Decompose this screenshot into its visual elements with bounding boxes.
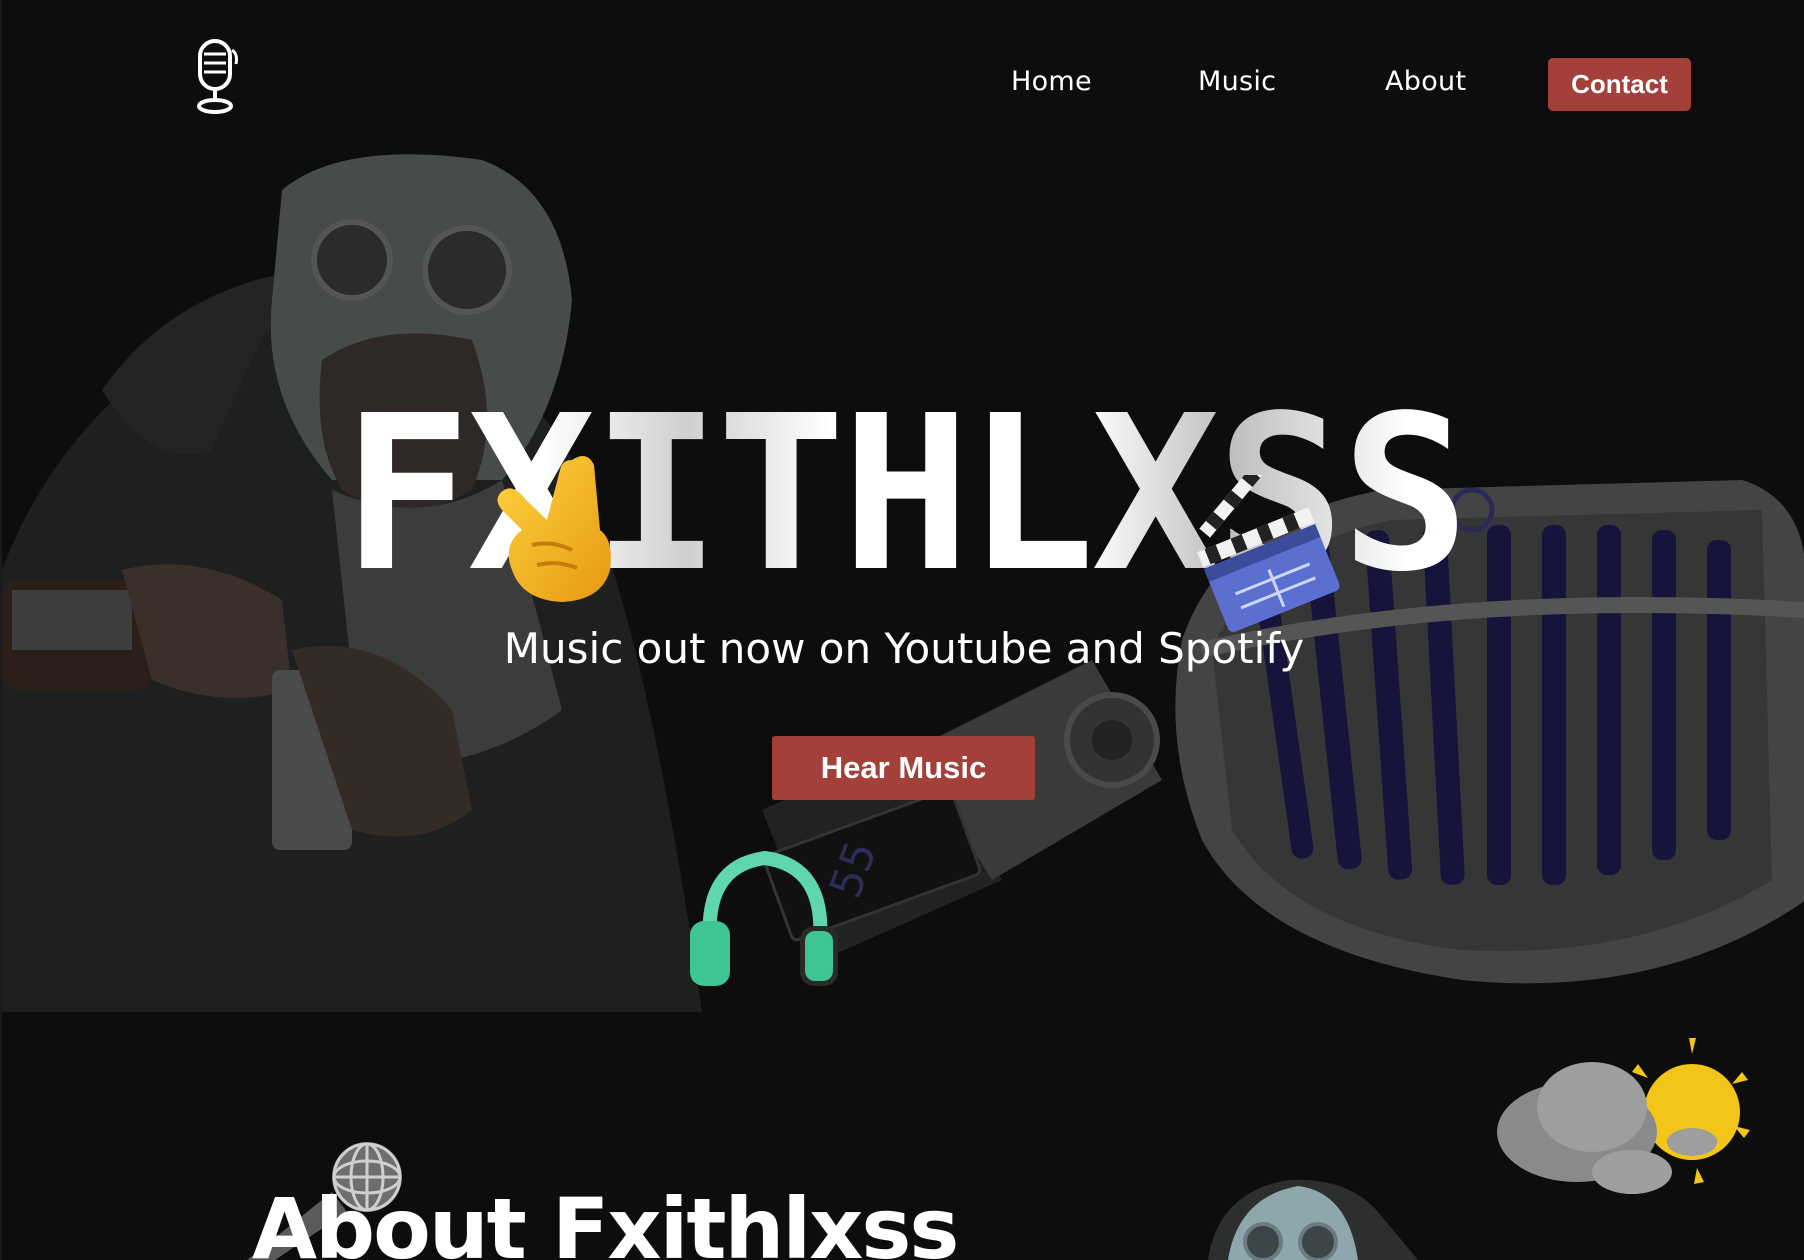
nav-music-link[interactable]: Music [1198,66,1276,97]
hero-subtitle: Music out now on Youtube and Spotify [503,624,1305,673]
page: Home Music About Contact 55 FXITHLXSS Mu… [0,0,1804,1260]
nav-about-link[interactable]: About [1385,66,1466,97]
artist-photo-small [1208,1179,1418,1260]
clapperboard-icon [1197,475,1340,633]
hear-music-button[interactable]: Hear Music [772,736,1035,800]
microphone-icon[interactable] [192,38,240,116]
about-title: About Fxithlxss [252,1180,959,1260]
about-section: About Fxithlxss [2,1012,1804,1260]
contact-button[interactable]: Contact [1548,58,1691,111]
sun-behind-cloud-icon [1497,1038,1750,1194]
headphones-icon [690,850,838,986]
top-nav: Home Music About Contact [2,0,1804,160]
hero-section: 55 FXITHLXSS Music out now on Youtube an… [2,150,1804,1012]
nav-home-link[interactable]: Home [1011,66,1092,97]
hero-title: FXITHLXSS [2,388,1804,602]
rock-hand-icon [497,456,611,602]
